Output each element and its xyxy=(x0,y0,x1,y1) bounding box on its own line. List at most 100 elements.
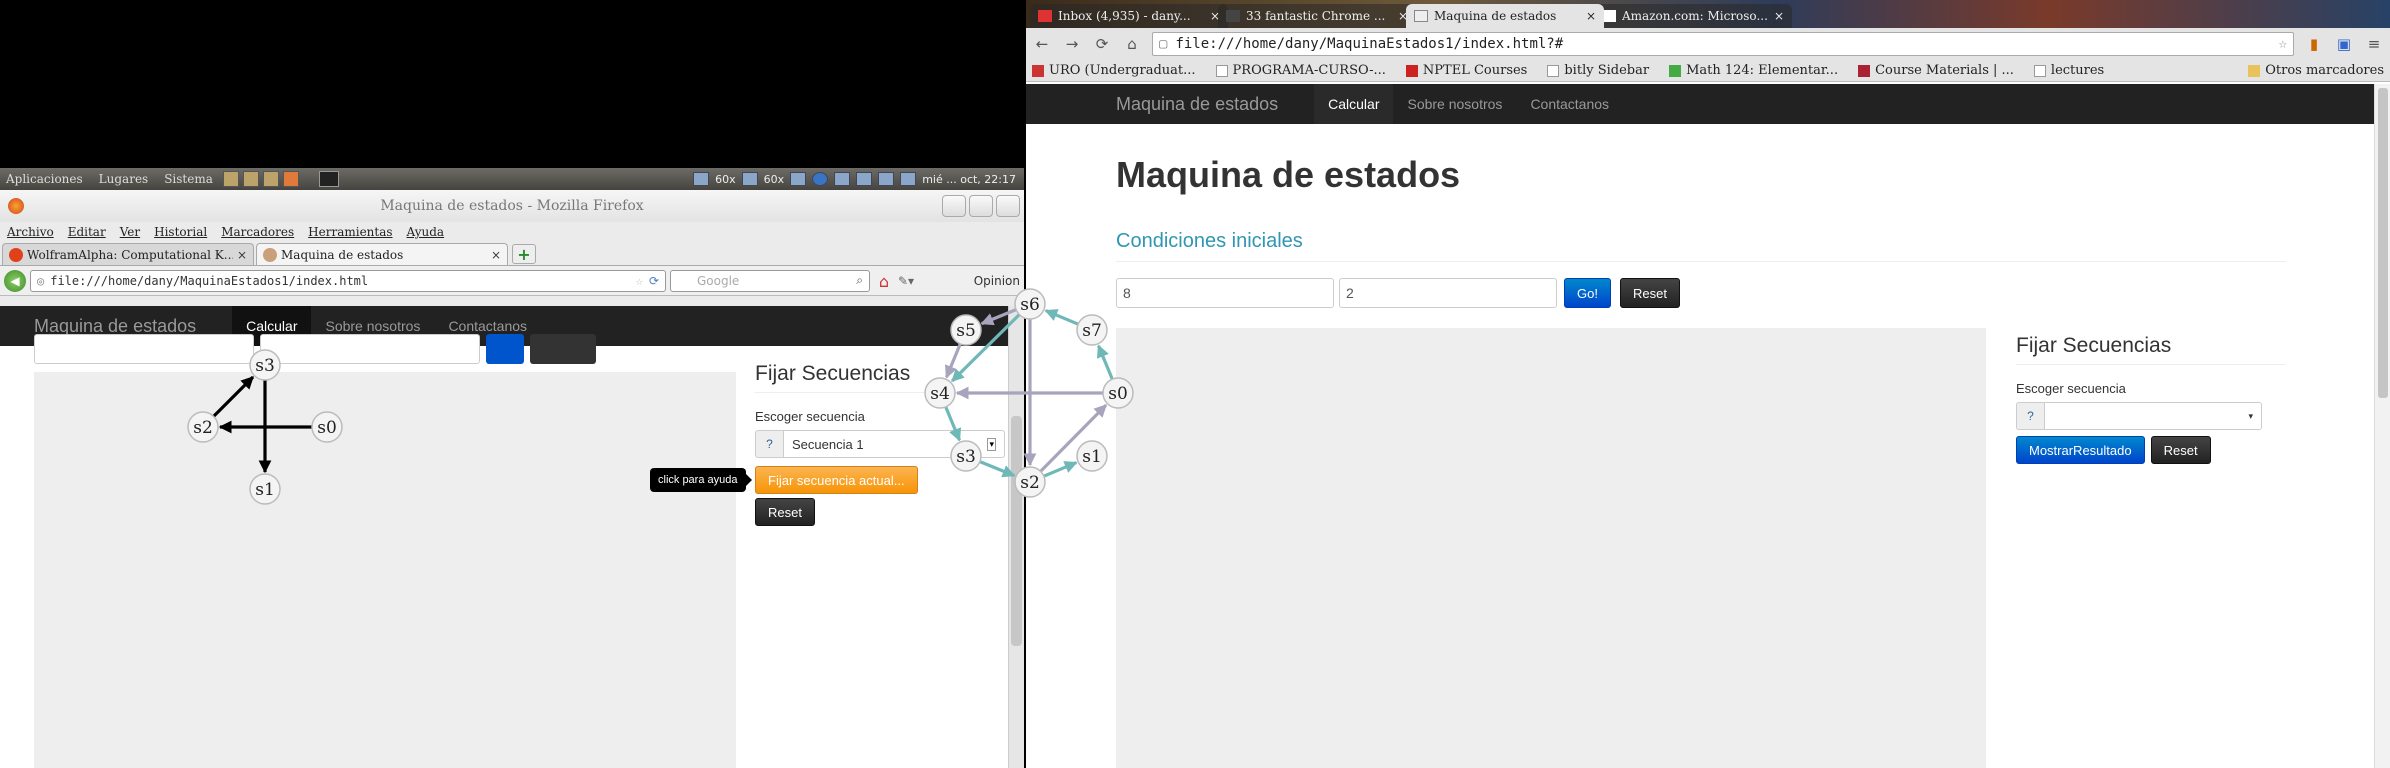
close-tab-icon[interactable]: × xyxy=(491,248,501,262)
go-button-partial[interactable] xyxy=(486,334,524,364)
maximize-button[interactable] xyxy=(969,195,993,217)
bookmark-lectures[interactable]: lectures xyxy=(2033,63,2104,78)
initial-condition-1-input[interactable]: 8 xyxy=(1116,278,1334,308)
omnibox-url: file:///home/dany/MaquinaEstados1/index.… xyxy=(1175,36,1564,52)
volume-icon[interactable] xyxy=(856,172,873,186)
tab-chrome-article[interactable]: 33 fantastic Chrome ... × xyxy=(1218,4,1416,28)
mit-icon xyxy=(1858,64,1871,77)
menu-ver[interactable]: Ver xyxy=(120,225,140,239)
nav-calcular[interactable]: Calcular xyxy=(1314,84,1394,124)
back-icon[interactable]: ← xyxy=(1032,34,1052,54)
wrench-icon[interactable]: ≡ xyxy=(2364,34,2384,54)
scroll-thumb[interactable] xyxy=(1011,416,1022,646)
tab-inbox[interactable]: Inbox (4,935) - dany... × xyxy=(1030,4,1228,28)
home-icon[interactable]: ⌂ xyxy=(1122,34,1142,54)
star-icon[interactable]: ☆ xyxy=(636,274,643,288)
omnibox[interactable]: ▢ file:///home/dany/MaquinaEstados1/inde… xyxy=(1152,32,2294,56)
search-icon[interactable]: ⌕ xyxy=(856,273,863,288)
hp-icon[interactable] xyxy=(812,172,829,186)
launcher-icon[interactable] xyxy=(262,171,279,187)
search-placeholder: Google xyxy=(697,273,740,288)
bookmark-bitly[interactable]: bitly Sidebar xyxy=(1547,63,1649,78)
nav-contactanos[interactable]: Contactanos xyxy=(1516,84,1623,124)
minimize-button[interactable] xyxy=(942,195,966,217)
firefox-page: Maquina de estados Calcular Sobre nosotr… xyxy=(0,306,1008,768)
firefox-scrollbar[interactable] xyxy=(1008,306,1024,768)
reload-icon[interactable]: ⟳ xyxy=(1092,34,1112,54)
choose-label: Escoger secuencia xyxy=(755,409,865,424)
menu-ayuda[interactable]: Ayuda xyxy=(407,225,445,239)
forward-icon[interactable]: → xyxy=(1062,34,1082,54)
left-desktop: Aplicaciones Lugares Sistema 60x 60x mié… xyxy=(0,0,1024,768)
reload-icon[interactable]: ⟳ xyxy=(649,274,659,288)
help-button[interactable]: ? xyxy=(755,430,783,458)
bookmark-icon xyxy=(1032,64,1044,77)
memory-monitor-icon[interactable] xyxy=(741,172,758,186)
amazon-icon xyxy=(1602,10,1616,22)
panel-menu-lugares[interactable]: Lugares xyxy=(99,172,149,186)
bookmark-uro[interactable]: URO (Undergraduat... xyxy=(1032,63,1196,78)
sequence-select[interactable]: Secuencia 1 ▾ xyxy=(783,430,1005,458)
signal-icon[interactable] xyxy=(878,172,895,186)
reset-conditions-button[interactable]: Reset xyxy=(1620,278,1680,308)
back-button[interactable]: ◀ xyxy=(4,269,26,292)
close-tab-icon[interactable]: × xyxy=(1774,9,1784,23)
brand[interactable]: Maquina de estados xyxy=(1116,94,1278,115)
clipboard-icon[interactable] xyxy=(834,172,851,186)
show-result-button[interactable]: MostrarResultado xyxy=(2016,436,2145,464)
gnome-top-panel: Aplicaciones Lugares Sistema 60x 60x mié… xyxy=(0,168,1024,190)
panel-menu-aplicaciones[interactable]: Aplicaciones xyxy=(6,172,83,186)
clock[interactable]: mié ... oct, 22:17 xyxy=(922,173,1016,186)
close-window-button[interactable] xyxy=(996,195,1020,217)
panel-menu-sistema[interactable]: Sistema xyxy=(164,172,213,186)
extension-icon[interactable]: ▣ xyxy=(2334,34,2354,54)
close-tab-icon[interactable]: × xyxy=(1586,9,1596,23)
chrome-scrollbar[interactable] xyxy=(2374,84,2390,768)
home-icon[interactable]: ⌂ xyxy=(874,272,894,291)
url-bar[interactable]: ◎ file:///home/dany/MaquinaEstados1/inde… xyxy=(30,269,666,292)
input-2-partial[interactable] xyxy=(260,334,480,364)
help-button[interactable]: ? xyxy=(2016,402,2044,430)
menu-herramientas[interactable]: Herramientas xyxy=(308,225,392,239)
launcher-icon[interactable] xyxy=(222,171,239,187)
nav-sobre-nosotros[interactable]: Sobre nosotros xyxy=(1393,84,1516,124)
bookmark-programa[interactable]: PROGRAMA-CURSO-... xyxy=(1215,63,1386,78)
tab-maquina-de-estados[interactable]: Maquina de estados × xyxy=(256,243,508,265)
initial-condition-2-input[interactable]: 2 xyxy=(1339,278,1557,308)
fix-sequence-button[interactable]: Fijar secuencia actual... xyxy=(755,466,918,494)
network-icon[interactable] xyxy=(790,172,807,186)
go-button[interactable]: Go! xyxy=(1564,278,1611,308)
extension-icon[interactable]: ▮ xyxy=(2304,34,2324,54)
memory-percent: 60x xyxy=(763,172,785,186)
tab-wolframalpha[interactable]: WolframAlpha: Computational K... × xyxy=(2,243,254,265)
reset-sequence-button[interactable]: Reset xyxy=(2150,436,2211,464)
opinion-button[interactable]: Opinion xyxy=(974,274,1020,288)
menu-marcadores[interactable]: Marcadores xyxy=(221,225,294,239)
sequence-select[interactable]: ▾ xyxy=(2044,402,2262,430)
star-icon[interactable]: ☆ xyxy=(2279,36,2287,52)
tab-amazon[interactable]: Amazon.com: Microso... × xyxy=(1594,4,1792,28)
terminal-icon[interactable] xyxy=(318,171,339,187)
bookmark-course-materials[interactable]: Course Materials | ... xyxy=(1858,63,2014,78)
search-box[interactable]: Google ⌕ xyxy=(670,269,870,292)
input-1-partial[interactable] xyxy=(34,334,254,364)
menu-archivo[interactable]: Archivo xyxy=(7,225,54,239)
cpu-monitor-icon[interactable] xyxy=(693,172,710,186)
page-title: Maquina de estados xyxy=(1116,154,1461,195)
menu-historial[interactable]: Historial xyxy=(154,225,207,239)
other-bookmarks[interactable]: Otros marcadores xyxy=(2248,63,2384,78)
battery-icon[interactable] xyxy=(900,172,917,186)
scroll-thumb[interactable] xyxy=(2378,88,2388,398)
bookmark-math124[interactable]: Math 124: Elementar... xyxy=(1669,63,1838,78)
bookmark-nptel[interactable]: NPTEL Courses xyxy=(1405,63,1527,78)
rss-icon[interactable] xyxy=(282,171,299,187)
close-tab-icon[interactable]: × xyxy=(237,248,247,262)
addon-icon[interactable]: ✎▾ xyxy=(898,274,914,288)
launcher-icon[interactable] xyxy=(242,171,259,187)
menu-editar[interactable]: Editar xyxy=(68,225,106,239)
new-tab-button[interactable]: + xyxy=(512,244,536,264)
tab-maquina-de-estados[interactable]: Maquina de estados × xyxy=(1406,4,1604,28)
bookmark-label: URO (Undergraduat... xyxy=(1049,63,1196,78)
reset-button-partial[interactable] xyxy=(530,334,596,364)
reset-button[interactable]: Reset xyxy=(755,498,815,526)
